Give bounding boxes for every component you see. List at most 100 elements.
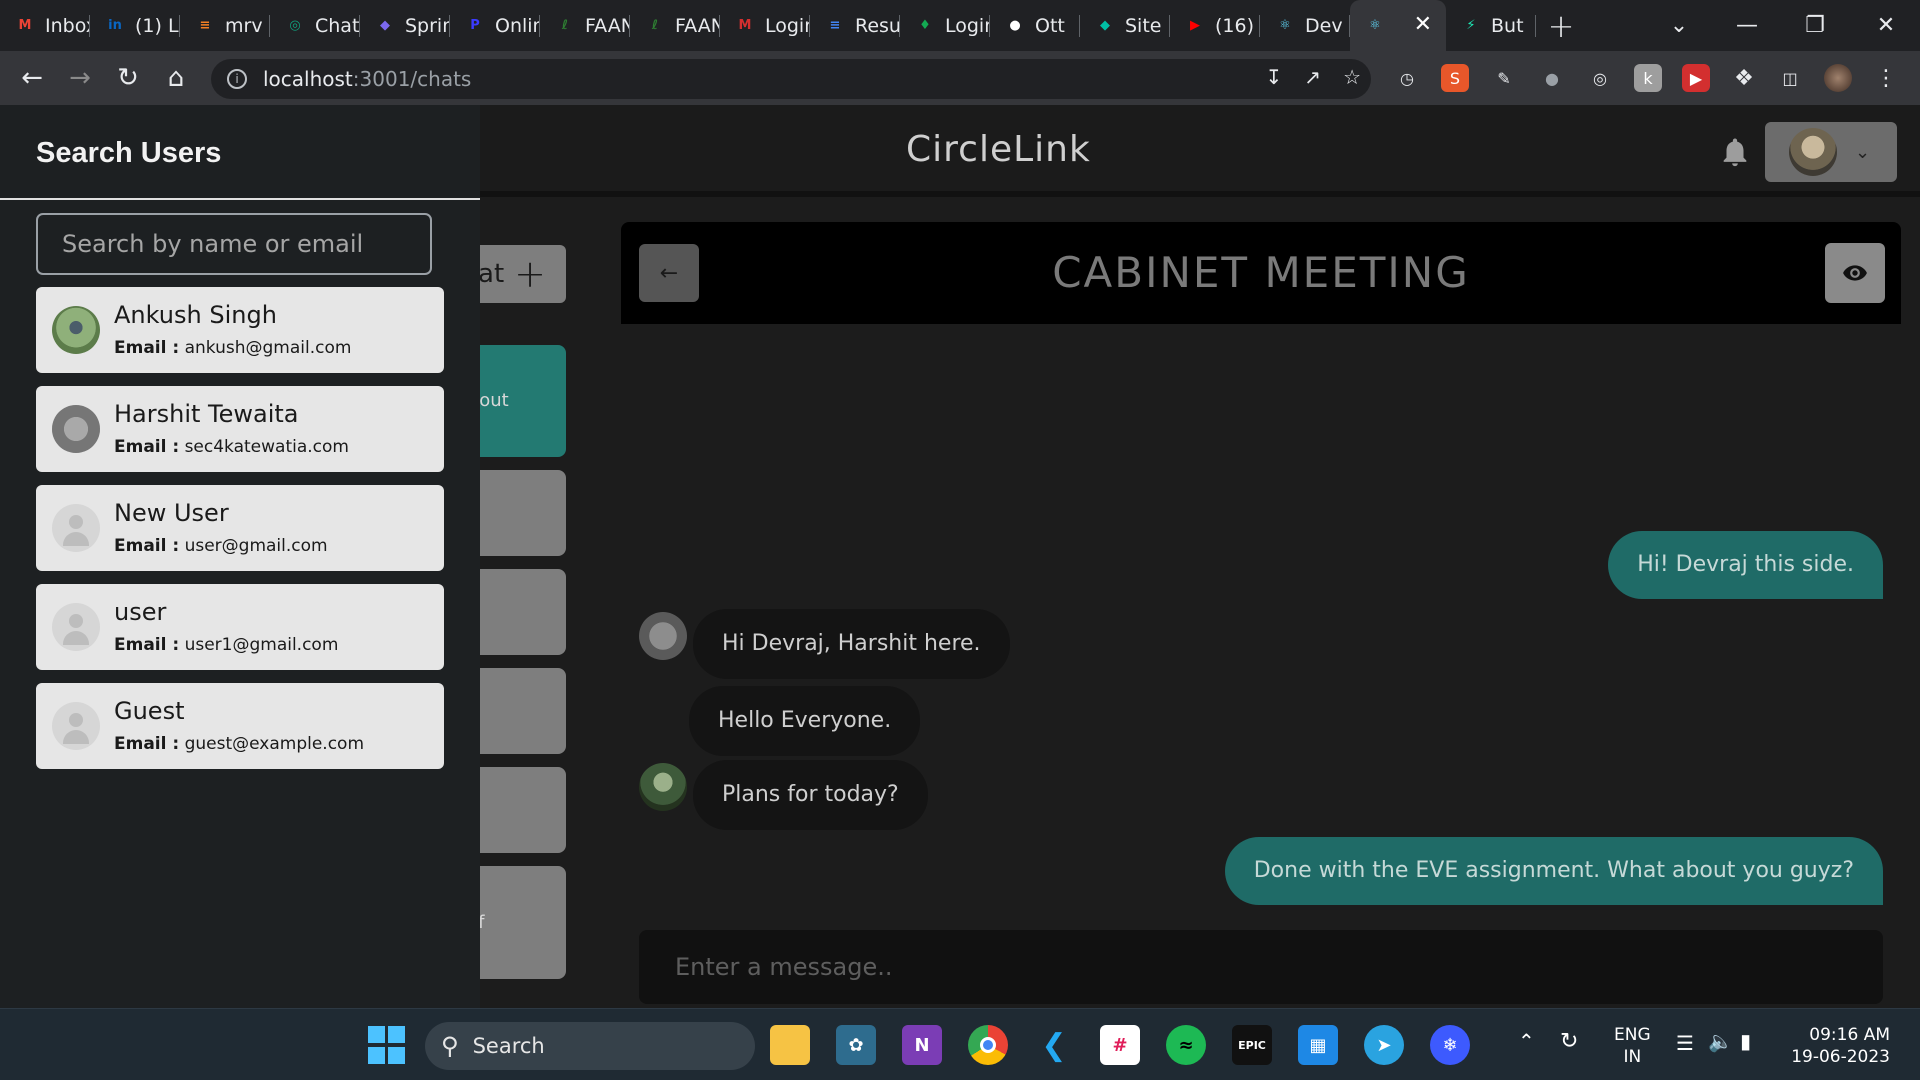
close-tab-icon[interactable]: ✕ bbox=[1414, 12, 1432, 37]
extension-k-icon[interactable]: k bbox=[1634, 64, 1662, 92]
user-result-item[interactable]: Ankush Singh Email : ankush@gmail.com bbox=[36, 287, 444, 373]
user-email: Email : user1@gmail.com bbox=[114, 635, 338, 655]
sync-icon[interactable]: ↻ bbox=[1560, 1029, 1578, 1054]
extension-speed-icon[interactable]: ◷ bbox=[1393, 64, 1421, 92]
app-title: CircleLink bbox=[906, 129, 1091, 170]
extension-pen-icon[interactable]: ✎ bbox=[1490, 64, 1518, 92]
browser-menu-icon[interactable]: ⋮ bbox=[1872, 64, 1900, 92]
message-input[interactable] bbox=[639, 930, 1883, 1004]
email-value: user@gmail.com bbox=[179, 536, 328, 556]
epic-games-icon[interactable]: EPIC bbox=[1232, 1025, 1272, 1065]
wifi-icon[interactable]: ☰ bbox=[1676, 1031, 1694, 1055]
telegram-icon[interactable]: ➤ bbox=[1364, 1025, 1404, 1065]
browser-tab[interactable]: ℓ FAANG bbox=[630, 0, 720, 51]
eye-icon bbox=[1843, 265, 1867, 281]
sender-avatar[interactable] bbox=[639, 612, 687, 660]
user-result-item[interactable]: user Email : user1@gmail.com bbox=[36, 584, 444, 670]
system-clock[interactable]: 09:16 AM 19-06-2023 bbox=[1770, 1024, 1890, 1068]
user-result-item[interactable]: New User Email : user@gmail.com bbox=[36, 485, 444, 571]
github-icon: ● bbox=[1009, 18, 1021, 33]
docs-icon: ≡ bbox=[829, 18, 841, 33]
battery-icon[interactable]: ▮ bbox=[1740, 1029, 1751, 1053]
extension-s-icon[interactable]: S bbox=[1441, 64, 1469, 92]
tab-title: Inbox bbox=[45, 14, 90, 37]
minimize-icon[interactable]: — bbox=[1713, 0, 1781, 51]
user-result-item[interactable]: Harshit Tewaita Email : sec4katewatia.com bbox=[36, 386, 444, 472]
search-users-input[interactable] bbox=[36, 213, 432, 275]
chevron-up-icon[interactable]: ⌃ bbox=[1518, 1029, 1535, 1053]
tab-search-chevron-icon[interactable]: ⌄ bbox=[1645, 0, 1713, 51]
slack-icon[interactable]: # bbox=[1100, 1025, 1140, 1065]
install-icon[interactable]: ↧ bbox=[1266, 65, 1283, 89]
email-value: guest@example.com bbox=[179, 734, 365, 754]
tab-title: FAANG bbox=[675, 14, 720, 37]
browser-tab[interactable]: M Login bbox=[720, 0, 810, 51]
browser-tab[interactable]: ≡ Resume bbox=[810, 0, 900, 51]
browser-tab-active[interactable]: ⚛ ✕ bbox=[1350, 0, 1446, 51]
mysql-workbench-icon[interactable]: ✿ bbox=[836, 1025, 876, 1065]
received-message: Hi Devraj, Harshit here. bbox=[693, 609, 1010, 679]
back-arrow-icon[interactable]: ← bbox=[8, 54, 56, 102]
home-icon[interactable]: ⌂ bbox=[152, 54, 200, 102]
address-bar[interactable]: i localhost:3001/chats ↧ ↗ ☆ bbox=[211, 59, 1371, 99]
browser-tab[interactable]: ≡ mrv bbox=[180, 0, 270, 51]
browser-tab[interactable]: ℓ FAANG bbox=[540, 0, 630, 51]
forward-arrow-icon[interactable]: → bbox=[56, 54, 104, 102]
chrome-icon[interactable] bbox=[968, 1025, 1008, 1065]
search-users-drawer: Search Users Ankush Singh Email : ankush@… bbox=[0, 105, 480, 1008]
volume-icon[interactable]: 🔈 bbox=[1708, 1029, 1733, 1053]
windows-taskbar: ⚲ Search ✿ N ❮ # ≈ EPIC ▦ ➤ ❄ ⌃ ↻ ENG IN… bbox=[0, 1008, 1920, 1080]
vscode-icon[interactable]: ❮ bbox=[1034, 1025, 1074, 1065]
windows-start-icon[interactable] bbox=[366, 1025, 406, 1065]
language-indicator[interactable]: ENG IN bbox=[1614, 1024, 1651, 1068]
site-info-icon[interactable]: i bbox=[227, 69, 247, 89]
profile-avatar-icon[interactable] bbox=[1824, 64, 1852, 92]
user-result-item[interactable]: Guest Email : guest@example.com bbox=[36, 683, 444, 769]
mongodb-icon: ♦ bbox=[919, 18, 931, 33]
browser-tab[interactable]: ● Ott bbox=[990, 0, 1080, 51]
user-name: Guest bbox=[114, 697, 185, 725]
extensions-puzzle-icon[interactable]: ❖ bbox=[1730, 64, 1758, 92]
browser-tab[interactable]: P Online bbox=[450, 0, 540, 51]
browser-tab[interactable]: ▶ (16) bbox=[1170, 0, 1260, 51]
app-blue-icon[interactable]: ❄ bbox=[1430, 1025, 1470, 1065]
spotify-icon[interactable]: ≈ bbox=[1166, 1025, 1206, 1065]
profile-menu-button[interactable]: ⌄ bbox=[1765, 122, 1897, 182]
tab-title: Resume bbox=[855, 14, 900, 37]
extension-pin-icon[interactable]: ● bbox=[1538, 64, 1566, 92]
side-panel-icon[interactable]: ◫ bbox=[1776, 64, 1804, 92]
tab-title: Login bbox=[945, 14, 990, 37]
browser-tab[interactable]: ⚡ But bbox=[1446, 0, 1536, 51]
view-details-button[interactable] bbox=[1825, 243, 1885, 303]
email-value: user1@gmail.com bbox=[179, 635, 339, 655]
bell-icon[interactable] bbox=[1718, 135, 1752, 169]
restore-icon[interactable]: ❐ bbox=[1781, 0, 1849, 51]
file-explorer-icon[interactable] bbox=[770, 1025, 810, 1065]
react-icon: ⚛ bbox=[1369, 18, 1381, 33]
new-tab-button[interactable]: + bbox=[1536, 0, 1586, 51]
search-icon: ⚲ bbox=[441, 1032, 459, 1060]
browser-tab[interactable]: in (1) LinkedIn bbox=[90, 0, 180, 51]
browser-tab[interactable]: ◆ Site bbox=[1080, 0, 1170, 51]
browser-tab[interactable]: ♦ Login bbox=[900, 0, 990, 51]
browser-tab[interactable]: M Inbox bbox=[0, 0, 90, 51]
share-icon[interactable]: ↗ bbox=[1304, 65, 1321, 89]
browser-tab[interactable]: ◆ Spring bbox=[360, 0, 450, 51]
clickup-icon: ◆ bbox=[380, 18, 390, 33]
sender-avatar[interactable] bbox=[639, 763, 687, 811]
onenote-icon[interactable]: N bbox=[902, 1025, 942, 1065]
bookmark-star-icon[interactable]: ☆ bbox=[1343, 65, 1361, 89]
browser-tab[interactable]: ◎ ChatGPT bbox=[270, 0, 360, 51]
calendar-icon[interactable]: ▦ bbox=[1298, 1025, 1338, 1065]
system-tray: ⌃ ↻ ENG IN ☰ 🔈 ▮ 09:16 AM 19-06-2023 bbox=[1508, 1009, 1920, 1080]
user-avatar bbox=[1789, 128, 1837, 176]
email-value: ankush@gmail.com bbox=[179, 338, 352, 358]
reload-icon[interactable]: ↻ bbox=[104, 54, 152, 102]
user-name: Harshit Tewaita bbox=[114, 400, 299, 428]
window-close-icon[interactable]: ✕ bbox=[1852, 0, 1920, 51]
default-user-icon bbox=[69, 515, 83, 529]
extension-red-icon[interactable]: ▶ bbox=[1682, 64, 1710, 92]
extension-target-icon[interactable]: ◎ bbox=[1586, 64, 1614, 92]
taskbar-search[interactable]: ⚲ Search bbox=[425, 1022, 755, 1070]
browser-tab[interactable]: ⚛ Dev bbox=[1260, 0, 1350, 51]
